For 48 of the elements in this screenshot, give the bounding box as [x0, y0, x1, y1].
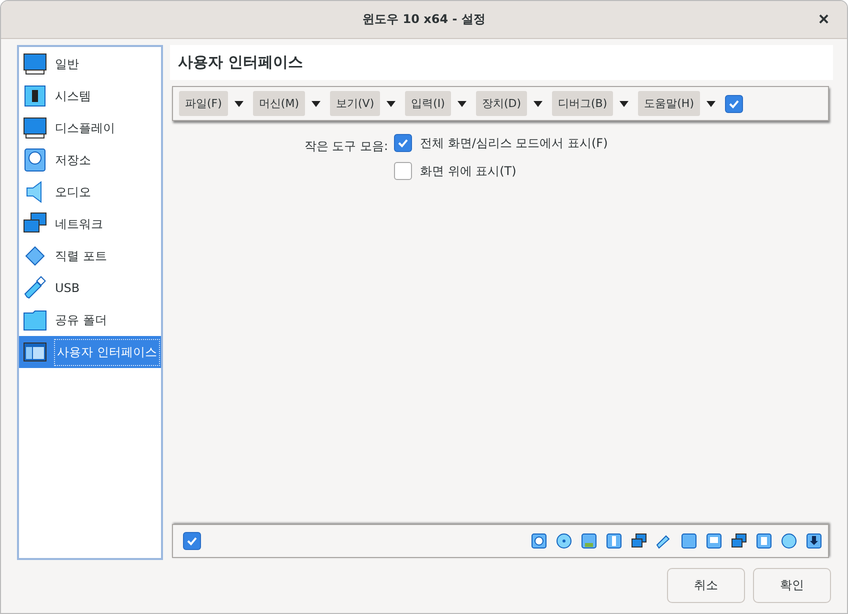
sidebar-item[interactable]: USB: [19, 272, 161, 304]
sidebar-item[interactable]: 네트워크: [19, 208, 161, 240]
checkbox[interactable]: [394, 162, 412, 180]
option-label: 작은 도구 모음:: [303, 138, 388, 155]
monitor-icon: [23, 52, 47, 76]
sidebar-item[interactable]: 디스플레이: [19, 112, 161, 144]
sidebar-item[interactable]: 오디오: [19, 176, 161, 208]
menu-item[interactable]: 보기(V): [330, 91, 380, 116]
page-title: 사용자 인터페이스: [170, 45, 833, 80]
network-icon[interactable]: [631, 533, 647, 549]
menu-item[interactable]: 장치(D): [476, 91, 527, 116]
caret-icon[interactable]: [456, 100, 467, 106]
download-icon[interactable]: [806, 533, 822, 549]
screens-icon[interactable]: [731, 533, 747, 549]
sidebar-item[interactable]: 저장소: [19, 144, 161, 176]
checkbox[interactable]: [394, 134, 412, 152]
sidebar-item[interactable]: 사용자 인터페이스: [19, 336, 161, 368]
monitor-icon: [23, 116, 47, 140]
menu-item[interactable]: 입력(I): [405, 91, 451, 116]
caret-icon[interactable]: [533, 100, 543, 106]
sidebar-item[interactable]: 일반: [19, 48, 161, 80]
caret-icon[interactable]: [706, 100, 716, 106]
checkbox[interactable]: [725, 94, 743, 112]
check-icon: [397, 137, 409, 149]
display-icon[interactable]: [706, 533, 722, 549]
menu-item[interactable]: 디버그(B): [552, 91, 614, 116]
sidebar-item[interactable]: 공유 폴더: [19, 304, 161, 336]
caret-icon[interactable]: [386, 100, 396, 106]
caret-icon[interactable]: [311, 100, 321, 106]
ok-button[interactable]: 확인: [753, 568, 831, 603]
close-button[interactable]: ×: [814, 10, 833, 28]
menu-item[interactable]: 도움말(H): [638, 91, 700, 116]
check-icon: [186, 535, 198, 547]
sidebar-item[interactable]: 시스템: [19, 80, 161, 112]
cancel-button[interactable]: 취소: [667, 568, 745, 603]
checkbox-label: 화면 위에 표시(T): [420, 162, 516, 180]
disc-icon[interactable]: [556, 533, 572, 549]
window-title: 윈도우 10 x64 - 설정: [362, 11, 486, 28]
checkbox[interactable]: [183, 532, 201, 550]
checkbox-label: 전체 화면/심리스 모드에서 표시(F): [420, 134, 608, 152]
window-icon: [23, 340, 47, 364]
caret-icon[interactable]: [234, 100, 244, 106]
menu-item[interactable]: 머신(M): [252, 91, 305, 116]
floppy-icon[interactable]: [581, 533, 597, 549]
menu-item[interactable]: 파일(F): [179, 91, 228, 116]
caret-icon[interactable]: [619, 100, 630, 106]
check-icon: [728, 98, 740, 110]
sidebar-item[interactable]: 직렬 포트: [19, 240, 161, 272]
